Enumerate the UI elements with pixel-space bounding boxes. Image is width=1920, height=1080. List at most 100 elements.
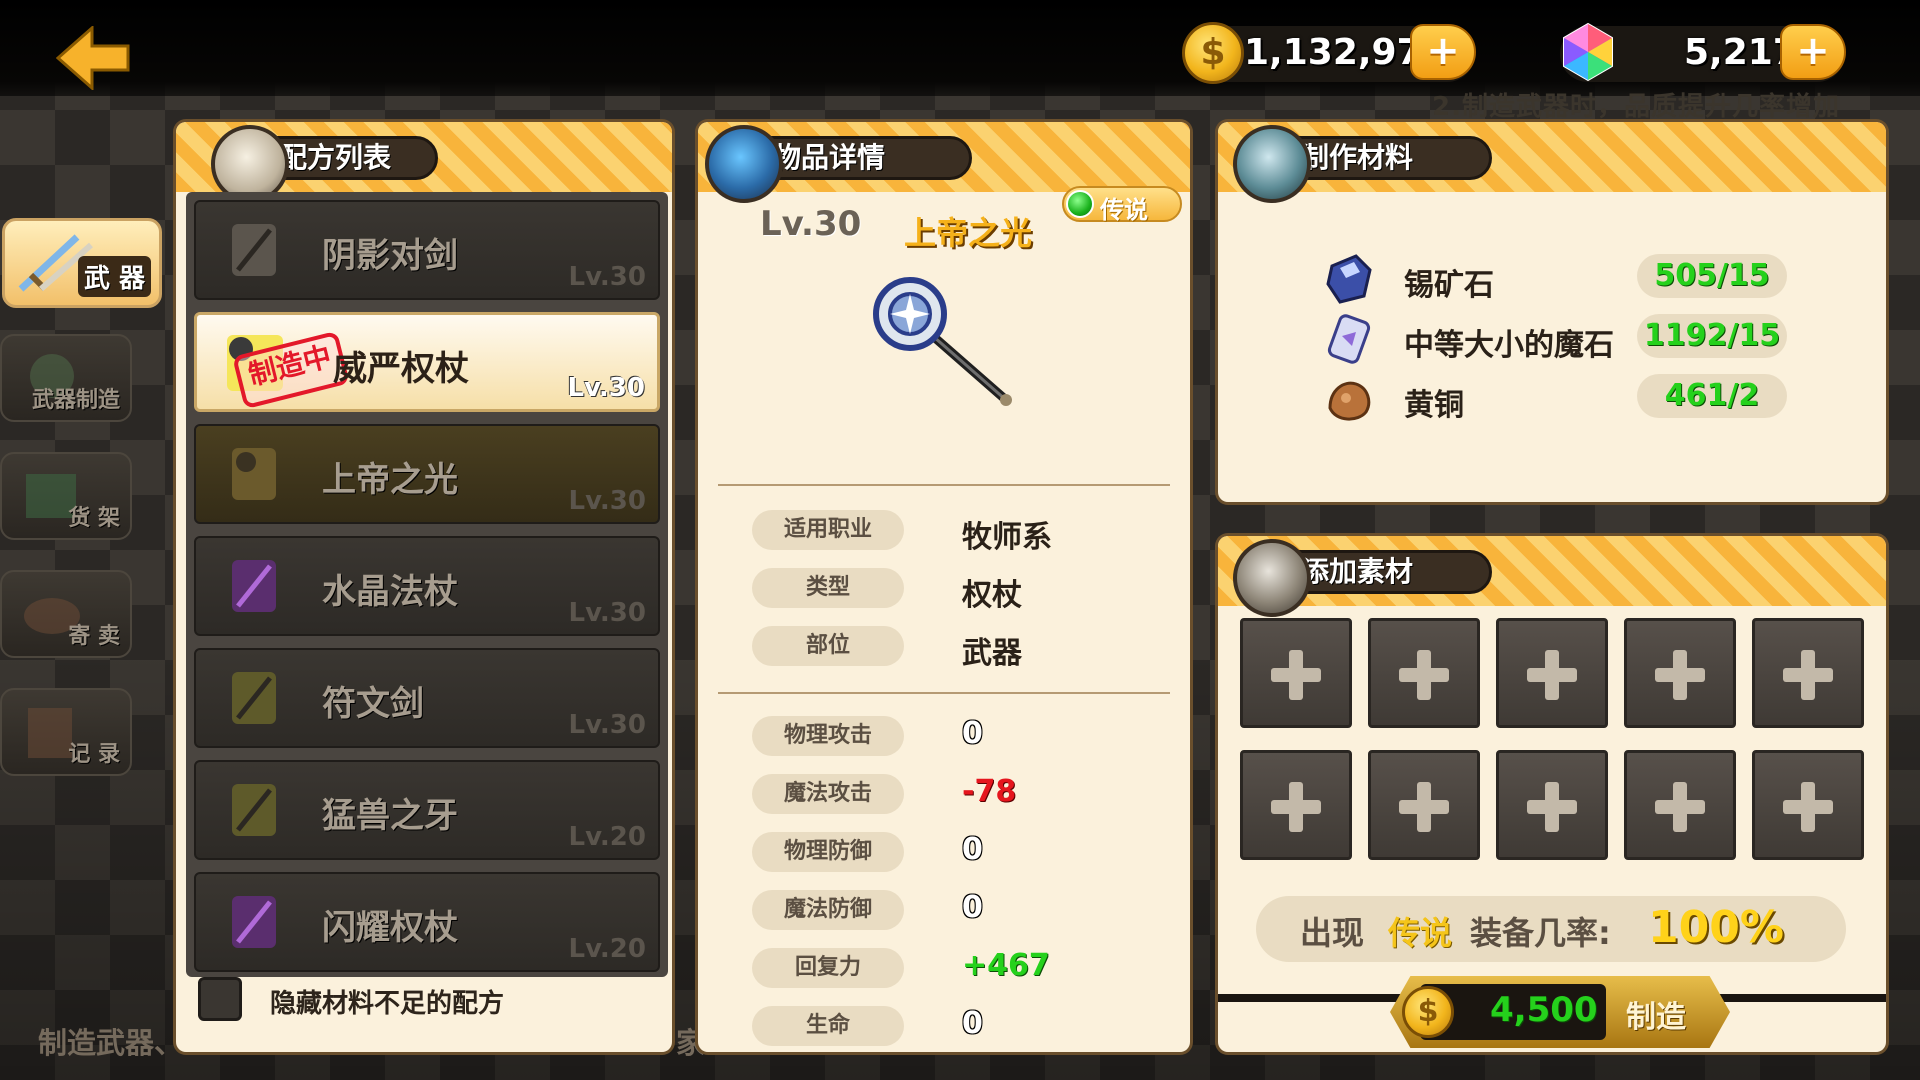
gem-display: 5,217 + — [1560, 22, 1846, 82]
craft-label: 制造 — [1626, 1000, 1686, 1035]
material-count: 505/15 — [1637, 254, 1787, 298]
stat-value: 0 — [962, 1006, 983, 1041]
material-count: 1192/15 — [1637, 314, 1787, 358]
item-name: 上帝之光 — [904, 214, 1033, 252]
stat-label: 生命 — [752, 1006, 904, 1046]
hint-text-top: 2.制造武器时，品质提升几率增加 — [1432, 92, 1840, 122]
material-row: 锡矿石 505/15 — [1322, 252, 1787, 304]
info-label: 部位 — [752, 626, 904, 666]
stat-label: 物理攻击 — [752, 716, 904, 756]
info-value: 权杖 — [962, 578, 1022, 613]
hide-insufficient-checkbox[interactable] — [198, 977, 242, 1021]
item-detail-title: 物品详情 — [705, 125, 972, 203]
tab-records-label: 记 录 — [68, 742, 120, 767]
info-value: 牧师系 — [962, 520, 1052, 555]
recipe-panel: 配方列表 阴影对剑 Lv.30 制造中 威严权杖 Lv.30 上帝之光 Lv.3… — [176, 122, 672, 1052]
tab-shelf[interactable]: 货 架 — [0, 452, 132, 540]
gold-coin-icon: $ — [1402, 986, 1454, 1038]
item-detail-header: 物品详情 — [698, 122, 1190, 203]
recipe-list: 阴影对剑 Lv.30 制造中 威严权杖 Lv.30 上帝之光 Lv.30 水晶法… — [186, 192, 668, 977]
material-slot-add[interactable] — [1752, 618, 1864, 728]
divider — [718, 484, 1170, 486]
material-slot-add[interactable] — [1368, 618, 1480, 728]
material-slot-add[interactable] — [1240, 618, 1352, 728]
stat-label: 魔法攻击 — [752, 774, 904, 814]
stat-label: 物理防御 — [752, 832, 904, 872]
recipe-scroll-icon — [232, 784, 276, 836]
legendary-chance-bar: 出现 传说 装备几率: 100% — [1256, 896, 1846, 962]
recipe-panel-header: 配方列表 — [176, 122, 672, 203]
material-slot-add[interactable] — [1368, 750, 1480, 860]
add-material-header: 添加素材 — [1218, 536, 1886, 617]
craft-cost: 4,500 — [1490, 990, 1598, 1030]
recipe-item[interactable]: 闪耀权杖 Lv.20 — [194, 872, 660, 972]
add-material-title: 添加素材 — [1233, 539, 1492, 617]
scepter-icon — [873, 277, 1012, 406]
rarity-dot-icon — [1066, 190, 1094, 218]
info-value: 武器 — [962, 636, 1022, 671]
material-slot-add[interactable] — [1496, 750, 1608, 860]
materials-panel: 制作材料 锡矿石 505/15 中等大小的魔石 1192/15 黄铜 461/2 — [1218, 122, 1886, 502]
material-row: 中等大小的魔石 1192/15 — [1322, 312, 1787, 364]
recipe-item[interactable]: 符文剑 Lv.30 — [194, 648, 660, 748]
item-detail-body: 传说 Lv.30 上帝之光 适用职业 牧师系 类型 权杖 部位 武器 物理攻击 … — [698, 186, 1190, 1052]
add-gems-button[interactable]: + — [1780, 24, 1846, 80]
tab-weapons-label: 武 器 — [77, 256, 151, 297]
tab-weapon-crafting-label: 武器制造 — [31, 388, 120, 413]
info-label: 适用职业 — [752, 510, 904, 550]
stat-value: -78 — [962, 774, 1017, 809]
recipe-scroll-icon — [232, 672, 276, 724]
material-count: 461/2 — [1637, 374, 1787, 418]
magic-stone-icon — [1327, 314, 1371, 364]
info-label: 类型 — [752, 568, 904, 608]
stat-value: 0 — [962, 832, 983, 867]
tin-ore-icon — [1326, 254, 1372, 304]
stat-value: +467 — [962, 948, 1050, 983]
craft-button[interactable]: $ 4,500 制造 — [1390, 976, 1730, 1048]
recipe-item[interactable]: 猛兽之牙 Lv.20 — [194, 760, 660, 860]
item-detail-panel: 物品详情 传说 Lv.30 上帝之光 适用职业 牧师系 类型 权杖 部位 武器 … — [698, 122, 1190, 1052]
stat-label: 回复力 — [752, 948, 904, 988]
rarity-badge: 传说 — [1062, 186, 1182, 224]
back-button[interactable] — [55, 24, 130, 92]
tab-weapons[interactable]: 武 器 — [2, 218, 162, 308]
add-material-panel: 添加素材 出现 传说 装备几率: 100% $ 4,500 制造 — [1218, 536, 1886, 1052]
hide-insufficient-label: 隐藏材料不足的配方 — [270, 989, 505, 1019]
hammer-icon — [1233, 539, 1311, 617]
materials-title: 制作材料 — [1233, 125, 1492, 203]
ore-crystal-icon — [1233, 125, 1311, 203]
stat-label: 魔法防御 — [752, 890, 904, 930]
tab-records[interactable]: 记 录 — [0, 688, 132, 776]
recipe-scroll-icon — [232, 896, 276, 948]
stat-value: 0 — [962, 890, 983, 925]
recipe-item[interactable]: 上帝之光 Lv.30 — [194, 424, 660, 524]
tab-weapon-crafting[interactable]: 武器制造 — [0, 334, 132, 422]
recipe-scroll-icon — [232, 448, 276, 500]
recipe-scroll-icon — [232, 224, 276, 276]
material-slot-add[interactable] — [1624, 750, 1736, 860]
add-gold-button[interactable]: + — [1410, 24, 1476, 80]
gold-display: $ 1,132,972 + — [1182, 22, 1476, 84]
material-row: 黄铜 461/2 — [1322, 372, 1787, 424]
materials-header: 制作材料 — [1218, 122, 1886, 203]
tab-shelf-label: 货 架 — [68, 506, 120, 531]
divider — [718, 692, 1170, 694]
gold-coin-icon: $ — [1182, 22, 1244, 84]
tab-consignment-label: 寄 卖 — [68, 624, 120, 649]
material-slot-add[interactable] — [1624, 618, 1736, 728]
recipe-item[interactable]: 水晶法杖 Lv.30 — [194, 536, 660, 636]
tab-consignment[interactable]: 寄 卖 — [0, 570, 132, 658]
recipe-item[interactable]: 阴影对剑 Lv.30 — [194, 200, 660, 300]
stat-value: 0 — [962, 716, 983, 751]
material-slot-add[interactable] — [1496, 618, 1608, 728]
brass-icon — [1328, 381, 1371, 421]
back-arrow-icon — [55, 24, 130, 92]
material-slot-add[interactable] — [1752, 750, 1864, 860]
material-slot-add[interactable] — [1240, 750, 1352, 860]
recipe-scroll-icon — [232, 560, 276, 612]
item-level: Lv.30 — [760, 204, 862, 244]
recipe-item-selected[interactable]: 制造中 威严权杖 Lv.30 — [194, 312, 660, 412]
gem-icon — [1563, 22, 1613, 82]
chance-value: 100% — [1648, 902, 1784, 953]
hint-text-bottom: 制造武器、 — [38, 1026, 184, 1060]
